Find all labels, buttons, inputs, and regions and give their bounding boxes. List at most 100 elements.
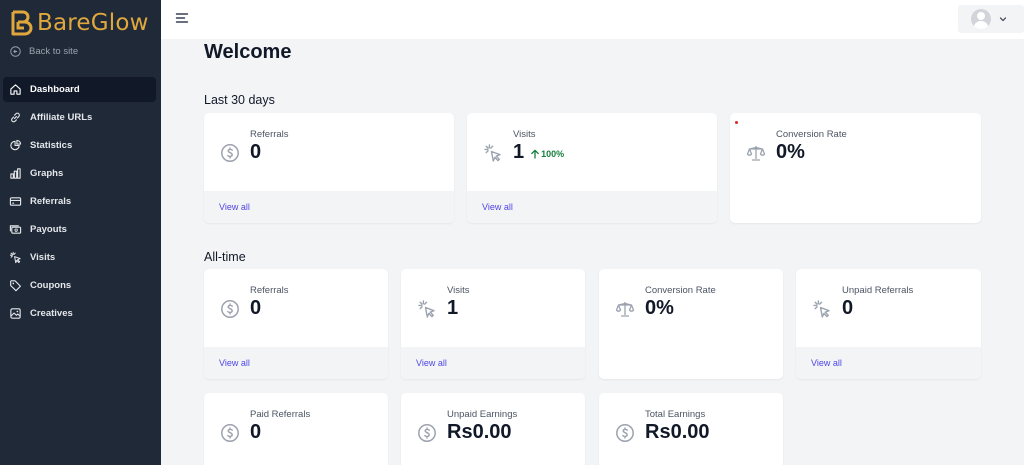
stat-value: Rs0.00	[447, 421, 512, 444]
back-to-site-label: Back to site	[29, 46, 79, 57]
stat-value-text: Rs0.00	[645, 421, 710, 443]
cursor-click-icon	[484, 144, 501, 162]
stat-label: Visits	[513, 129, 536, 140]
currency-dollar-icon	[221, 300, 239, 318]
sidebar-item-label: Affiliate URLs	[30, 112, 93, 123]
image-icon	[10, 308, 21, 319]
stat-value: 0%	[776, 141, 805, 164]
bareglow-logo-icon	[11, 10, 33, 36]
stat-value: 0	[842, 297, 853, 320]
sidebar-item-label: Referrals	[30, 196, 72, 207]
credit-card-icon	[9, 197, 22, 206]
view-all-link[interactable]: View all	[219, 358, 250, 368]
currency-dollar-icon	[221, 144, 239, 162]
status-dot	[735, 121, 738, 124]
card-footer: View all	[401, 347, 585, 379]
stat-label: Paid Referrals	[250, 409, 311, 420]
chevron-down-icon	[999, 17, 1007, 22]
stat-value: 0	[250, 297, 261, 320]
sidebar-item-label: Statistics	[30, 140, 73, 151]
trend-value: 100%	[541, 149, 565, 159]
sidebar-item-dashboard[interactable]: Dashboard	[3, 77, 156, 102]
sidebar-item-payouts[interactable]: Payouts	[3, 217, 156, 242]
card-footer: View all	[467, 191, 717, 223]
stat-value: 0	[250, 421, 261, 444]
currency-dollar-icon	[221, 424, 239, 442]
stat-label: Referrals	[250, 129, 289, 140]
link-icon	[11, 112, 20, 123]
scale-icon	[746, 146, 766, 161]
stat-label: Conversion Rate	[776, 129, 847, 140]
brand-logo[interactable]: BareGlow	[8, 8, 149, 38]
card-footer: View all	[204, 191, 454, 223]
brand-name: BareGlow	[37, 10, 149, 36]
sidebar-item-affiliate-urls[interactable]: Affiliate URLs	[3, 105, 156, 130]
sidebar-item-creatives[interactable]: Creatives	[3, 301, 156, 326]
stat-value-text: 0	[250, 141, 262, 163]
sidebar-item-label: Payouts	[30, 224, 67, 235]
cursor-click-icon	[418, 300, 435, 318]
stat-card-total-earnings: Total Earnings Rs0.00	[599, 393, 783, 465]
view-all-link[interactable]: View all	[482, 202, 513, 212]
cursor-click-icon	[9, 251, 21, 264]
stat-value-text: 0	[250, 421, 262, 443]
stat-card-referrals-all-time: Referrals 0 View all	[204, 269, 388, 379]
cursor-click-icon	[813, 300, 830, 318]
avatar	[971, 9, 991, 29]
user-menu-button[interactable]	[958, 5, 1024, 33]
stat-value-text: 0%	[776, 141, 805, 163]
stat-value-text: 0	[250, 297, 262, 319]
sidebar-item-visits[interactable]: Visits	[3, 245, 156, 270]
sidebar-item-coupons[interactable]: Coupons	[3, 273, 156, 298]
stat-card-unpaid-earnings: Unpaid Earnings Rs0.00	[401, 393, 585, 465]
stat-value-text: 1	[447, 297, 459, 319]
pie-chart-icon	[10, 139, 22, 151]
sidebar-item-label: Dashboard	[30, 84, 80, 95]
stat-label: Visits	[447, 285, 470, 296]
sidebar-item-statistics[interactable]: Statistics	[3, 133, 156, 158]
stat-label: Conversion Rate	[645, 285, 716, 296]
sidebar-item-referrals[interactable]: Referrals	[3, 189, 156, 214]
currency-dollar-icon	[616, 424, 634, 442]
sidebar-item-graphs[interactable]: Graphs	[3, 161, 156, 186]
tag-icon	[10, 280, 21, 292]
cash-icon	[9, 225, 22, 234]
stat-label: Unpaid Earnings	[447, 409, 518, 420]
stat-value: 0	[250, 141, 261, 164]
stat-value-text: 1	[513, 141, 525, 163]
section-heading-last-30-days: Last 30 days	[204, 93, 275, 107]
trend-badge: 100%	[530, 149, 564, 159]
stat-value: Rs0.00	[645, 421, 710, 444]
stat-value: 0%	[645, 297, 674, 320]
top-bar	[161, 0, 1024, 39]
view-all-link[interactable]: View all	[416, 358, 447, 368]
arrow-up-icon	[531, 149, 539, 159]
card-footer: View all	[204, 347, 388, 379]
stat-value-text: 0	[842, 297, 854, 319]
sidebar-nav: Dashboard Affiliate URLs Statistics Grap…	[3, 77, 156, 329]
stat-label: Total Earnings	[645, 409, 706, 420]
scale-icon	[615, 302, 635, 317]
bar-chart-icon	[10, 168, 21, 179]
stat-card-conversion-all-time: Conversion Rate 0%	[599, 269, 783, 379]
stat-value-text: Rs0.00	[447, 421, 512, 443]
stat-card-unpaid-referrals: Unpaid Referrals 0 View all	[796, 269, 981, 379]
page-title: Welcome	[204, 41, 292, 63]
sidebar-item-label: Creatives	[30, 308, 73, 319]
menu-toggle-icon[interactable]	[175, 11, 189, 25]
sidebar-item-label: Coupons	[30, 280, 72, 291]
stat-card-visits-30d: Visits 1 100% View all	[467, 113, 717, 223]
sidebar-item-label: Graphs	[30, 168, 64, 179]
back-to-site-link[interactable]: Back to site	[10, 46, 78, 57]
currency-dollar-icon	[418, 424, 436, 442]
section-heading-all-time: All-time	[204, 250, 246, 264]
stat-card-conversion-30d: Conversion Rate 0%	[730, 113, 981, 223]
stat-card-paid-referrals: Paid Referrals 0	[204, 393, 388, 465]
view-all-link[interactable]: View all	[811, 358, 842, 368]
stat-value-text: 0%	[645, 297, 674, 319]
sidebar: BareGlow Back to site Dashboard Affiliat…	[0, 0, 161, 465]
arrow-left-circle-icon	[10, 46, 21, 57]
view-all-link[interactable]: View all	[219, 202, 250, 212]
stat-card-visits-all-time: Visits 1 View all	[401, 269, 585, 379]
home-icon	[10, 84, 21, 95]
